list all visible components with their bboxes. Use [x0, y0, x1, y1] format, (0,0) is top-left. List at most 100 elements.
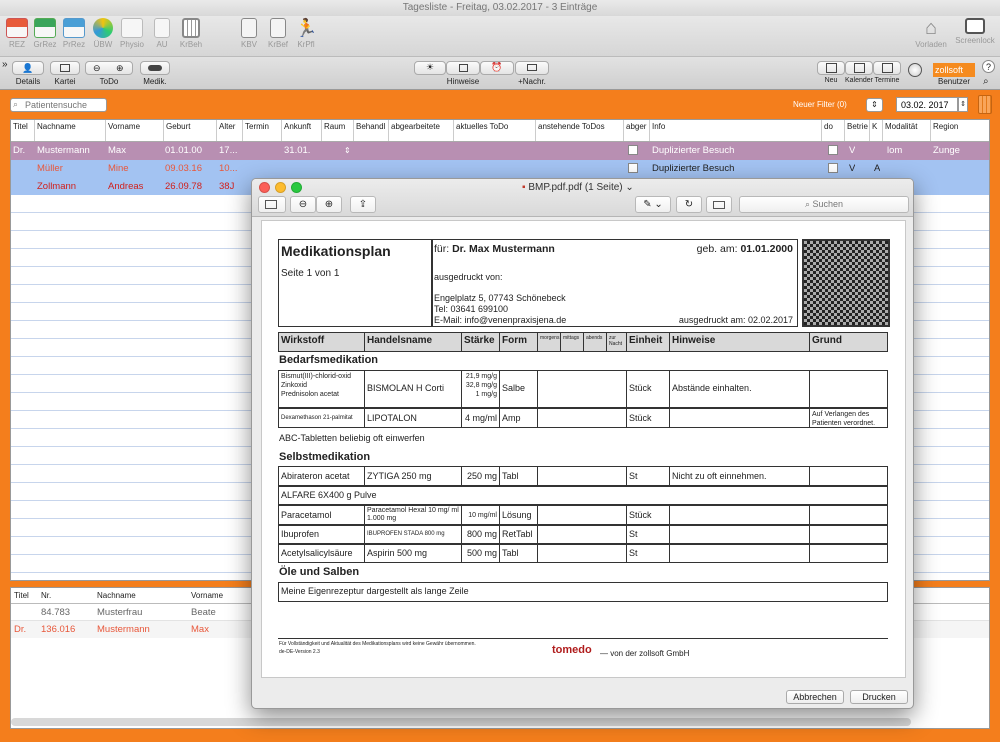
medik-button[interactable]: [140, 61, 170, 75]
free-text-row: ALFARE 6X400 g Pulve: [278, 486, 888, 505]
krbef-button[interactable]: KrBef: [264, 18, 292, 49]
share-button[interactable]: ⇪: [350, 196, 376, 213]
col-abger[interactable]: abger: [624, 120, 650, 141]
col-do[interactable]: do: [822, 120, 845, 141]
user-badge[interactable]: zollsoft: [933, 63, 975, 77]
chevron-icon[interactable]: »: [2, 59, 8, 70]
horizontal-scrollbar[interactable]: [11, 718, 911, 726]
kbv-button[interactable]: KBV: [235, 18, 263, 49]
krbeh-button[interactable]: KrBeh: [177, 18, 205, 49]
uebw-button[interactable]: ÜBW: [89, 18, 117, 49]
col-behandl[interactable]: Behandl: [354, 120, 389, 141]
secondary-toolbar: » 👤 Details Kartei ⊖ ⊕ ToDo Medik. ☀ ⏰ Hi…: [0, 56, 1000, 90]
search-icon[interactable]: ⌕: [983, 76, 989, 87]
calendar-list-icon: [881, 63, 893, 73]
abger-checkbox[interactable]: [628, 163, 638, 173]
col-info[interactable]: Info: [650, 120, 822, 141]
med-row: Abirateron acetat ZYTIGA 250 mg 250 mg T…: [278, 466, 888, 486]
trash-icon[interactable]: [978, 95, 992, 114]
krpfl-button[interactable]: 🏃 KrPfl: [292, 18, 320, 49]
col-abgearbeitete[interactable]: abgearbeitete: [389, 120, 454, 141]
rotate-icon: ↻: [684, 199, 694, 210]
col-vorname[interactable]: Vorname: [106, 120, 164, 141]
filter-label[interactable]: Neuer Filter (0): [793, 100, 847, 109]
do-checkbox[interactable]: [828, 145, 838, 155]
message-icon: [527, 64, 537, 71]
home-icon: ⌂: [924, 17, 938, 39]
print-button[interactable]: Drucken: [850, 690, 908, 704]
pdf-search-field[interactable]: ⌕ Suchen: [739, 196, 909, 213]
patient-search-input[interactable]: [10, 98, 107, 112]
close-button[interactable]: [259, 182, 270, 193]
calendar-add-icon: [825, 63, 837, 73]
cancel-button[interactable]: Abbrechen: [786, 690, 844, 704]
main-toolbar: REZ GrRez PrRez ÜBW Physio AU KrBeh KBV …: [0, 16, 1000, 56]
list-header: Titel Nachname Vorname Geburt Alter Term…: [11, 120, 989, 142]
lightbulb-icon: ☀: [425, 62, 435, 72]
toolbox-button[interactable]: [706, 196, 732, 213]
section-selbst: Selbstmedikation: [279, 451, 371, 463]
help-icon[interactable]: ?: [982, 60, 995, 73]
alarm-button[interactable]: ⏰: [480, 61, 514, 75]
room-stepper[interactable]: ⇕: [344, 142, 351, 160]
neu-button[interactable]: [817, 61, 845, 75]
au-button[interactable]: AU: [148, 18, 176, 49]
todo-button[interactable]: ⊖ ⊕: [85, 61, 133, 75]
markup-button[interactable]: ✎ ⌄: [635, 196, 671, 213]
date-stepper[interactable]: ⇕: [958, 97, 968, 112]
sidebar-toggle-button[interactable]: [258, 196, 286, 213]
termine-button[interactable]: [873, 61, 901, 75]
doc-title: Medikationsplan: [281, 243, 391, 259]
globe-icon[interactable]: [908, 63, 922, 77]
col-aktuelles-todo[interactable]: aktuelles ToDo: [454, 120, 536, 141]
table-row[interactable]: Müller Mine 09.03.16 10... Duplizierter …: [11, 160, 989, 178]
lightbulb-button[interactable]: ☀: [414, 61, 446, 75]
hinweise-button[interactable]: [446, 61, 480, 75]
col-betrieb[interactable]: Betrie: [845, 120, 870, 141]
alarm-clock-icon: ⏰: [491, 62, 503, 72]
kalender-button[interactable]: [845, 61, 873, 75]
physio-button[interactable]: Physio: [118, 18, 146, 49]
filter-dropdown[interactable]: ⇕: [866, 98, 883, 112]
col-raum[interactable]: Raum: [322, 120, 354, 141]
table-row[interactable]: Dr. Mustermann Max 01.01.00 17... 31.01.…: [11, 142, 989, 160]
details-button[interactable]: 👤: [12, 61, 44, 75]
rez-button[interactable]: REZ: [3, 18, 31, 49]
col-alter[interactable]: Alter: [217, 120, 243, 141]
grrez-button[interactable]: GrRez: [31, 18, 59, 49]
col-titel[interactable]: Titel: [11, 120, 35, 141]
col-k[interactable]: K: [870, 120, 883, 141]
minimize-button[interactable]: [275, 182, 286, 193]
pen-icon: ✎ ⌄: [643, 199, 663, 210]
kartei-button[interactable]: [50, 61, 80, 75]
qr-code: [802, 239, 890, 327]
col-modalitaet[interactable]: Modalität: [883, 120, 931, 141]
col-geburt[interactable]: Geburt: [164, 120, 217, 141]
screenlock-button[interactable]: Screenlock: [952, 18, 998, 45]
arrow-right-icon: ⊕: [116, 63, 124, 73]
window-controls: [259, 182, 302, 193]
col-region[interactable]: Region: [931, 120, 989, 141]
sidebar-icon: [265, 200, 277, 209]
prrez-button[interactable]: PrRez: [60, 18, 88, 49]
col-nachname[interactable]: Nachname: [35, 120, 106, 141]
magnifier-icon: ⌕: [13, 99, 19, 109]
rotate-button[interactable]: ↻: [676, 196, 702, 213]
zoom-in-icon: ⊕: [324, 199, 334, 210]
zoom-button[interactable]: [291, 182, 302, 193]
do-checkbox[interactable]: [828, 163, 838, 173]
doc-title-box: Medikationsplan Seite 1 von 1: [278, 239, 433, 327]
col-ankunft[interactable]: Ankunft: [282, 120, 322, 141]
pdf-page: Medikationsplan Seite 1 von 1 für: Dr. M…: [261, 220, 906, 678]
med-row: Ibuprofen IBUPROFEN STADA 800 mg 800 mg …: [278, 525, 888, 544]
med-row: Acetylsalicylsäure Aspirin 500 mg 500 mg…: [278, 544, 888, 563]
zoom-in-button[interactable]: ⊕: [316, 196, 342, 213]
tomedo-logo: tomedo: [552, 644, 592, 656]
zoom-out-button[interactable]: ⊖: [290, 196, 316, 213]
nachricht-button[interactable]: [515, 61, 549, 75]
date-field[interactable]: [896, 97, 958, 112]
col-anstehende-todos[interactable]: anstehende ToDos: [536, 120, 624, 141]
vorladen-button[interactable]: ⌂ Vorladen: [914, 18, 948, 49]
abger-checkbox[interactable]: [628, 145, 638, 155]
col-termin[interactable]: Termin: [243, 120, 282, 141]
